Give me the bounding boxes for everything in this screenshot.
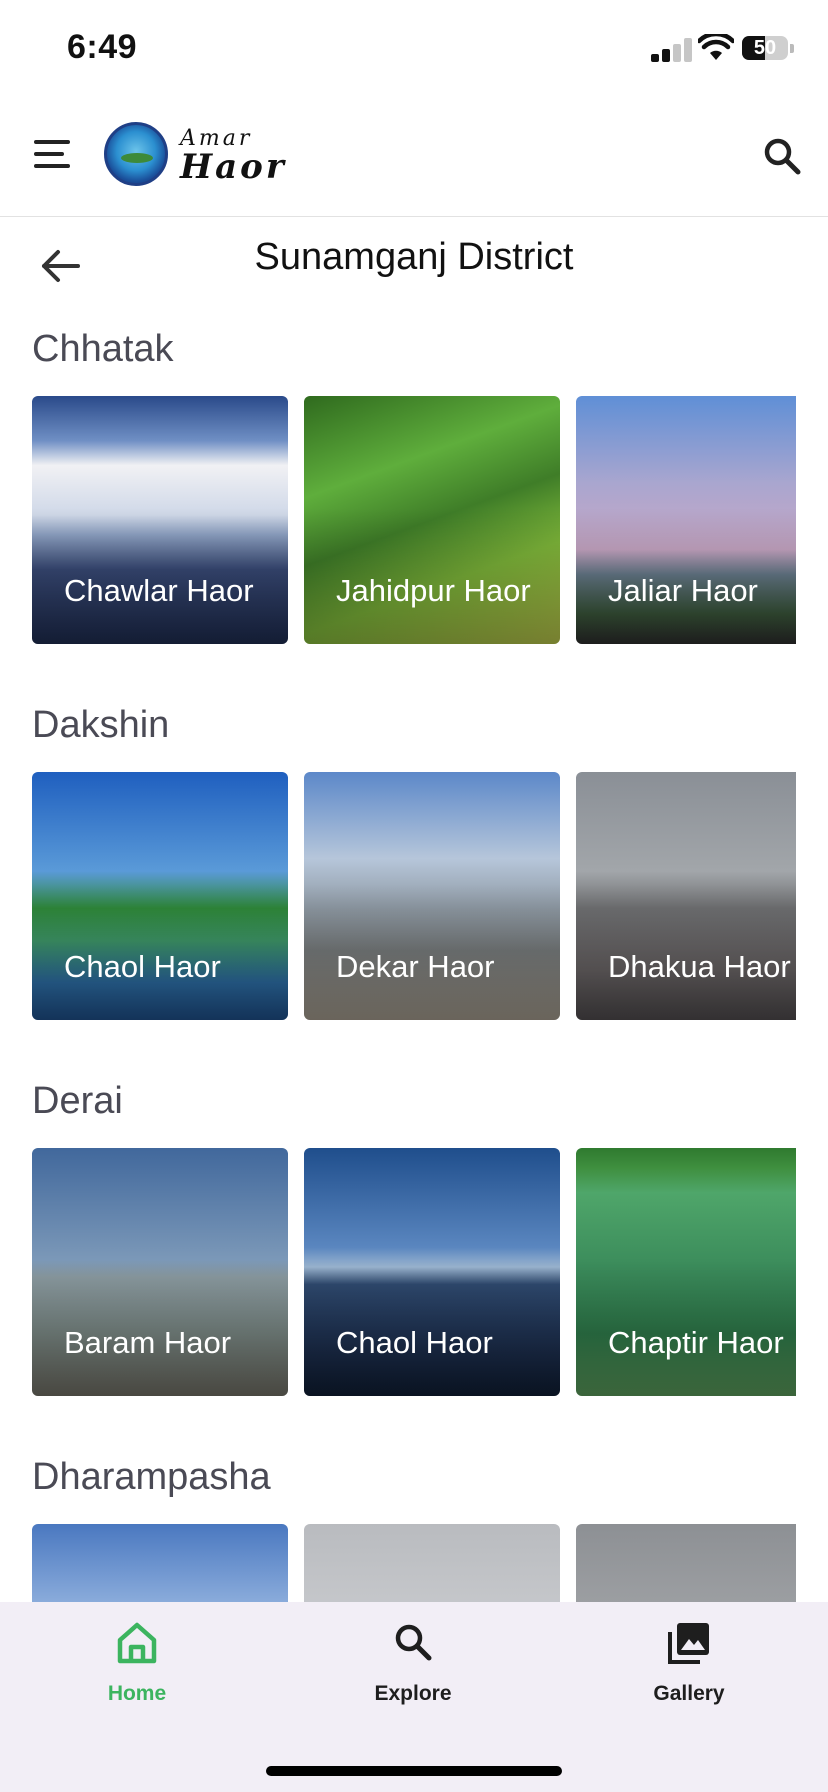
haor-card-label: Jaliar Haor	[608, 573, 758, 608]
page-title: Sunamganj District	[254, 236, 574, 278]
app-brand: Amar Haor	[180, 128, 287, 187]
haor-card[interactable]: Chaol Haor	[304, 1148, 560, 1396]
haor-card[interactable]: Dhakua Haor	[576, 772, 796, 1020]
section-title: Chhatak	[32, 328, 174, 370]
haor-card-label: Dhakua Haor	[608, 949, 791, 984]
haor-card-label: Chawlar Haor	[64, 573, 254, 608]
status-bar: 6:49 50	[0, 0, 828, 100]
haor-card[interactable]: Dekar Haor	[304, 772, 560, 1020]
card-carousel[interactable]: Chaol Haor Dekar Haor Dhakua Haor	[32, 772, 796, 1022]
nav-gallery-label: Gallery	[653, 1682, 725, 1705]
search-icon	[395, 1624, 432, 1661]
home-icon	[117, 1622, 157, 1664]
app-bar: Amar Haor	[0, 100, 828, 217]
haor-card-label: Chaol Haor	[64, 949, 221, 984]
battery-icon: 50	[742, 36, 788, 60]
battery-tip	[790, 44, 794, 53]
haor-card[interactable]: Baram Haor	[32, 1148, 288, 1396]
app-logo	[104, 122, 168, 186]
search-icon[interactable]	[762, 136, 802, 176]
bottom-navigation: Home Explore Gallery	[0, 1602, 828, 1792]
haor-card-label: Chaol Haor	[336, 1325, 493, 1360]
haor-card-label: Chaptir Haor	[608, 1325, 784, 1360]
section-title: Dharampasha	[32, 1456, 271, 1498]
haor-card[interactable]: Jahidpur Haor	[304, 396, 560, 644]
brand-line-2: Haor	[180, 147, 287, 187]
section-title: Dakshin	[32, 704, 170, 746]
cellular-signal-icon	[651, 38, 692, 62]
wifi-icon	[698, 34, 734, 60]
hamburger-menu-icon[interactable]	[34, 140, 70, 168]
nav-gallery[interactable]: Gallery	[609, 1620, 769, 1720]
home-indicator	[266, 1766, 562, 1776]
nav-home-label: Home	[107, 1682, 167, 1705]
haor-card-label: Dekar Haor	[336, 949, 495, 984]
nav-explore[interactable]: Explore	[333, 1620, 493, 1720]
card-carousel[interactable]: Chawlar Haor Jahidpur Haor Jaliar Haor	[32, 396, 796, 646]
haor-card-label: Jahidpur Haor	[336, 573, 531, 608]
nav-explore-label: Explore	[374, 1682, 452, 1705]
section-title: Derai	[32, 1080, 123, 1122]
photo-library-icon	[668, 1623, 709, 1664]
nav-home[interactable]: Home	[57, 1620, 217, 1720]
status-time: 6:49	[67, 28, 138, 66]
haor-card[interactable]: Jaliar Haor	[576, 396, 796, 644]
haor-card[interactable]: Chaol Haor	[32, 772, 288, 1020]
card-carousel[interactable]: Baram Haor Chaol Haor Chaptir Haor	[32, 1148, 796, 1398]
haor-card-label: Baram Haor	[64, 1325, 232, 1360]
battery-level: 50	[753, 37, 777, 59]
haor-card[interactable]: Chaptir Haor	[576, 1148, 796, 1396]
haor-card[interactable]: Chawlar Haor	[32, 396, 288, 644]
